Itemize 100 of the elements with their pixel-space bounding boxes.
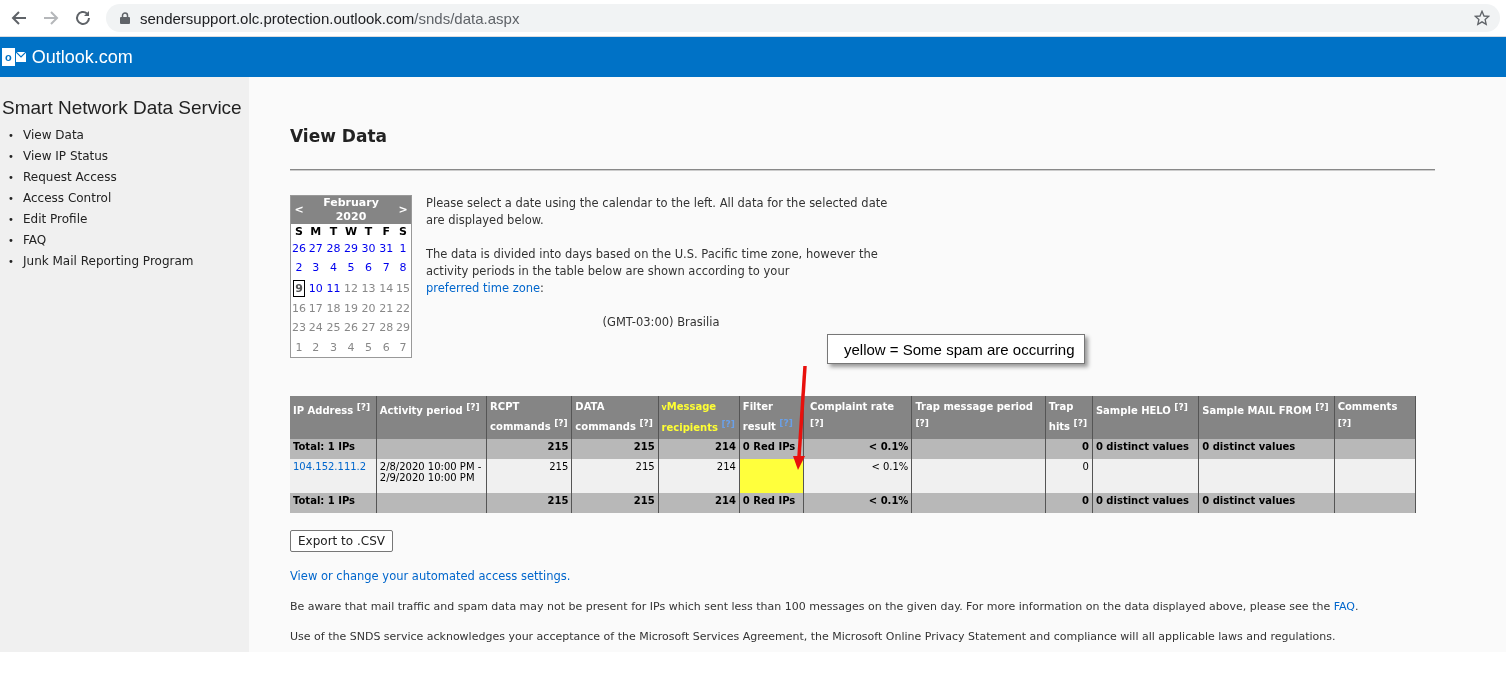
table-cell: 214 — [658, 459, 740, 494]
table-cell: 0 distinct values — [1092, 493, 1199, 514]
table-cell: 214 — [658, 493, 740, 514]
calendar-day[interactable]: 6 — [364, 260, 374, 276]
column-header[interactable]: Trap hits $^{[?]}$ — [1045, 396, 1093, 440]
bullet-icon: • — [8, 231, 23, 251]
calendar-day[interactable]: 28 — [325, 241, 342, 257]
calendar-day[interactable]: 2 — [294, 260, 304, 276]
calendar-day: 3 — [328, 339, 338, 355]
calendar-day[interactable]: 31 — [378, 241, 395, 257]
bullet-icon: • — [8, 210, 23, 230]
calendar-day: 7 — [398, 339, 408, 355]
calendar-day[interactable]: 5 — [346, 260, 356, 276]
star-icon[interactable] — [1474, 10, 1490, 26]
calendar-day: 15 — [395, 280, 411, 296]
sidebar-link[interactable]: Junk Mail Reporting Program — [23, 254, 194, 268]
sidebar-link[interactable]: Request Access — [23, 170, 117, 184]
brand-name[interactable]: Outlook.com — [31, 46, 133, 68]
access-settings-link[interactable]: View or change your automated access settings. — [290, 569, 571, 584]
calendar-day: 13 — [360, 280, 377, 296]
notice-text: Be aware that mail traffic and spam data may not be present for IPs which sent less than 100 messages on the given day. For more information on the data displayed above, please see the FAQ. — [290, 600, 1360, 614]
table-cell: 0 — [1045, 439, 1093, 460]
calendar-day[interactable]: 11 — [325, 280, 342, 296]
table-cell: Total: 1 IPs — [290, 439, 377, 460]
lock-icon — [120, 12, 130, 24]
address-bar[interactable]: sendersupport.olc.protection.outlook.com/snds/data.aspx — [106, 4, 1500, 32]
column-header[interactable]: Sample HELO $^{[?]}$ — [1092, 396, 1199, 440]
table-cell: 215 — [571, 459, 659, 494]
calendar-day[interactable]: 7 — [381, 260, 391, 276]
table-cell: 0 — [1045, 459, 1093, 494]
calendar-day[interactable]: 27 — [307, 241, 324, 257]
weekday-label: T — [329, 225, 338, 238]
reload-icon[interactable] — [74, 9, 92, 27]
calendar-day: 4 — [346, 339, 356, 355]
timezone-note: The data is divided into days based on the U.S. Pacific time zone, however the activity periods in the table below are shown according to your preferred time zone: — [426, 246, 879, 297]
calendar-day: 25 — [325, 320, 342, 336]
calendar-day: 16 — [291, 301, 307, 317]
instruction-text: Please select a date using the calendar to the left. All data for the selected date are displayed below. — [426, 195, 889, 229]
table-cell: 2/8/2020 10:00 PM - 2/9/2020 10:00 PM — [376, 459, 487, 494]
table-cell: 0 distinct values — [1198, 493, 1335, 514]
sidebar-link[interactable]: View Data — [23, 128, 84, 142]
column-header[interactable]: Filter result $^{[?]}$ — [739, 396, 804, 440]
calendar-day[interactable]: 4 — [328, 260, 338, 276]
table-cell: < 0.1% — [803, 459, 912, 494]
calendar-day[interactable]: 3 — [311, 260, 321, 276]
column-header[interactable]: DATA commands $^{[?]}$ — [571, 396, 659, 440]
calendar-day: 22 — [395, 301, 411, 317]
sidebar-link[interactable]: View IP Status — [23, 149, 109, 163]
back-icon[interactable] — [10, 9, 28, 27]
calendar-day[interactable]: 29 — [343, 241, 359, 257]
column-header[interactable]: Sample MAIL FROM $^{[?]}$ — [1198, 396, 1335, 440]
table-cell: 0 distinct values — [1198, 439, 1335, 460]
calendar-day: 24 — [307, 320, 324, 336]
sidebar-link[interactable]: Access Control — [23, 191, 112, 205]
weekday-label: W — [344, 225, 358, 238]
calendar-day: 2 — [311, 339, 321, 355]
sidebar-link[interactable]: FAQ — [23, 233, 47, 247]
calendar-day[interactable]: 10 — [307, 280, 324, 296]
calendar-day: 29 — [395, 320, 411, 336]
bullet-icon: • — [8, 147, 23, 167]
page-title: View Data — [290, 126, 389, 146]
calendar-day: 5 — [364, 339, 374, 355]
calendar-day: 18 — [325, 301, 342, 317]
calendar-day: 1 — [294, 339, 304, 355]
column-header[interactable]: IP Address $^{[?]}$ — [290, 396, 377, 440]
calendar-day: 26 — [343, 320, 359, 336]
bullet-icon: • — [8, 252, 23, 272]
calendar-day: 9 — [293, 279, 305, 297]
bullet-icon: • — [8, 189, 23, 209]
sidebar-link[interactable]: Edit Profile — [23, 212, 88, 226]
calendar-day[interactable]: 1 — [398, 241, 408, 257]
table-cell: < 0.1% — [803, 493, 912, 514]
sidebar-title: Smart Network Data Service — [1, 97, 243, 119]
table-cell: 215 — [486, 493, 572, 514]
weekday-label: T — [364, 225, 373, 238]
calendar-day[interactable]: 26 — [291, 241, 307, 257]
url-text: sendersupport.olc.protection.outlook.com/snds/data.aspx — [140, 9, 521, 27]
export-csv-button[interactable]: Export to .CSV — [290, 530, 393, 553]
calendar-day: 28 — [378, 320, 395, 336]
weekday-label: M — [310, 225, 322, 238]
calendar-day: 23 — [291, 320, 307, 336]
month-title: February 2020 — [323, 196, 379, 223]
table-cell: 0 Red IPs — [739, 439, 804, 460]
annotation-callout: yellow = Some spam are occurring — [827, 334, 1085, 364]
column-header[interactable]: Activity period $^{[?]}$ — [376, 396, 487, 440]
calendar-day[interactable]: 8 — [398, 260, 408, 276]
column-header[interactable]: RCPT commands $^{[?]}$ — [486, 396, 572, 440]
weekday-label: S — [399, 225, 407, 238]
bullet-icon: • — [8, 126, 23, 146]
faq-link[interactable]: FAQ — [1333, 600, 1355, 614]
table-cell: 215 — [571, 439, 659, 460]
bullet-icon: • — [8, 168, 23, 188]
calendar-day: 21 — [378, 301, 395, 317]
table-cell: 214 — [658, 439, 740, 460]
table-cell: Total: 1 IPs — [290, 493, 377, 514]
calendar-day[interactable]: 30 — [360, 241, 377, 257]
calendar-day: 17 — [307, 301, 324, 317]
calendar-day: 12 — [343, 280, 359, 296]
table-cell: 0 distinct values — [1092, 439, 1199, 460]
table-cell: 215 — [571, 493, 659, 514]
